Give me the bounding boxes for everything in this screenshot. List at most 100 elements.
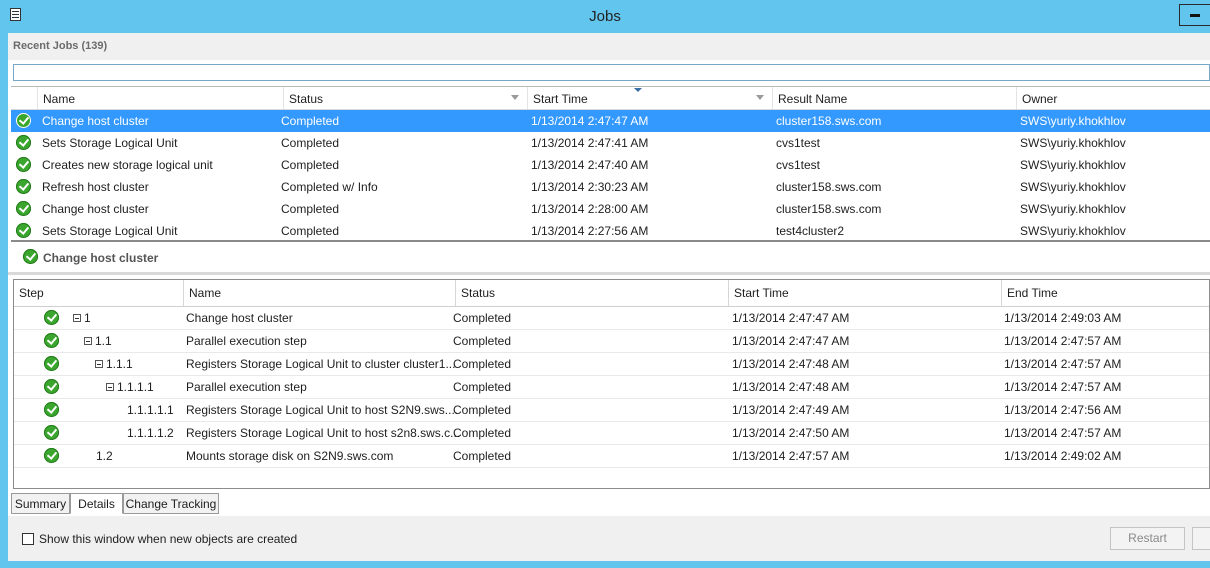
job-name: Creates new storage logical unit	[42, 158, 213, 172]
cancel-button[interactable]	[1192, 527, 1210, 550]
job-result-name: cvs1test	[776, 136, 821, 150]
collapse-minus-icon[interactable]	[84, 337, 92, 345]
column-header-name[interactable]: Name	[37, 87, 283, 109]
column-header-step[interactable]: Step	[14, 280, 183, 306]
check-circle-icon	[44, 356, 59, 371]
step-number: 1.1.1	[106, 357, 133, 371]
table-row[interactable]: Sets Storage Logical Unit Completed 1/13/2…	[11, 220, 1210, 242]
title-bar: Jobs	[0, 0, 1210, 33]
check-circle-icon	[16, 223, 31, 238]
recent-jobs-table: Name Status Start Time Result Name Owner…	[11, 86, 1210, 241]
step-end-time: 1/13/2014 2:47:57 AM	[1004, 426, 1122, 440]
column-header-step-status[interactable]: Status	[455, 280, 729, 306]
step-name: Registers Storage Logical Unit to cluste…	[186, 357, 456, 371]
column-header-owner[interactable]: Owner	[1016, 87, 1210, 109]
tab-summary[interactable]: Summary	[11, 493, 70, 514]
check-circle-icon	[16, 179, 31, 194]
check-circle-icon	[44, 448, 59, 463]
table-row[interactable]: 1.1 Parallel execution step Completed 1/13/…	[14, 330, 1209, 353]
status-filter-dropdown-icon[interactable]	[511, 95, 519, 100]
step-start-time: 1/13/2014 2:47:57 AM	[732, 449, 850, 463]
footer-bar: Show this window when new objects are cr…	[8, 516, 1210, 561]
collapse-minus-icon[interactable]	[106, 383, 114, 391]
recent-jobs-header: Recent Jobs (139)	[8, 33, 1210, 60]
table-row[interactable]: Refresh host cluster Completed w/ Info 1/1…	[11, 176, 1210, 198]
job-status: Completed	[281, 136, 340, 150]
column-header-step-start-time[interactable]: Start Time	[728, 280, 1001, 306]
step-start-time: 1/13/2014 2:47:50 AM	[732, 426, 850, 440]
step-name: Parallel execution step	[186, 334, 307, 348]
check-circle-icon	[44, 379, 59, 394]
step-start-time: 1/13/2014 2:47:47 AM	[732, 311, 850, 325]
step-number: 1.1	[95, 334, 112, 348]
tab-details[interactable]: Details	[70, 493, 123, 514]
collapse-minus-icon[interactable]	[73, 314, 81, 322]
step-end-time: 1/13/2014 2:47:56 AM	[1004, 403, 1122, 417]
job-result-name: cvs1test	[776, 158, 821, 172]
jobs-table-body: Change host cluster Completed 1/13/2014 2:…	[11, 110, 1210, 242]
step-name: Registers Storage Logical Unit to host s…	[186, 426, 461, 440]
job-start-time: 1/13/2014 2:47:47 AM	[531, 114, 649, 128]
minimize-button[interactable]	[1179, 4, 1210, 26]
column-header-result-name[interactable]: Result Name	[772, 87, 1016, 109]
filter-input[interactable]	[13, 64, 1210, 81]
column-header-status[interactable]: Status	[283, 87, 527, 109]
window-title: Jobs	[589, 8, 621, 25]
job-result-name: cluster158.sws.com	[776, 114, 882, 128]
job-owner: SWS\yuriy.khokhlov	[1020, 180, 1126, 194]
job-name: Refresh host cluster	[42, 180, 149, 194]
job-start-time: 1/13/2014 2:47:41 AM	[531, 136, 649, 150]
table-row[interactable]: 1.1.1.1.1 Registers Storage Logical Unit …	[14, 399, 1209, 422]
job-status: Completed	[281, 114, 340, 128]
show-window-checkbox-label[interactable]: Show this window when new objects are cr…	[39, 532, 297, 546]
table-row[interactable]: Change host cluster Completed 1/13/2014 2:…	[11, 198, 1210, 220]
step-status: Completed	[453, 334, 512, 348]
steps-table-body: 1 Change host cluster Completed 1/13/2014 2…	[14, 307, 1209, 468]
step-number: 1.1.1.1	[117, 380, 154, 394]
job-start-time: 1/13/2014 2:47:40 AM	[531, 158, 649, 172]
restart-button[interactable]: Restart	[1110, 527, 1185, 550]
check-circle-icon	[16, 113, 31, 128]
job-owner: SWS\yuriy.khokhlov	[1020, 136, 1126, 150]
job-name: Change host cluster	[42, 202, 149, 216]
start-time-filter-dropdown-icon[interactable]	[756, 95, 764, 100]
check-circle-icon	[16, 201, 31, 216]
step-name: Registers Storage Logical Unit to host S…	[186, 403, 459, 417]
step-name: Parallel execution step	[186, 380, 307, 394]
collapse-minus-icon[interactable]	[95, 360, 103, 368]
step-status: Completed	[453, 403, 512, 417]
job-detail-title: Change host cluster	[43, 251, 159, 265]
step-start-time: 1/13/2014 2:47:47 AM	[732, 334, 850, 348]
tab-change-tracking[interactable]: Change Tracking	[123, 493, 219, 514]
check-circle-icon	[44, 402, 59, 417]
table-row[interactable]: Creates new storage logical unit Complete…	[11, 154, 1210, 176]
table-row[interactable]: 1.2 Mounts storage disk on S2N9.sws.com Co…	[14, 445, 1209, 468]
step-status: Completed	[453, 449, 512, 463]
job-detail-header: Change host cluster	[8, 242, 1210, 275]
step-number: 1.1.1.1.1	[127, 403, 174, 417]
step-number: 1.1.1.1.2	[127, 426, 174, 440]
check-circle-icon	[16, 135, 31, 150]
table-row[interactable]: 1.1.1.1 Parallel execution step Completed 1…	[14, 376, 1209, 399]
show-window-checkbox[interactable]	[22, 533, 34, 545]
table-row[interactable]: Sets Storage Logical Unit Completed 1/13/2…	[11, 132, 1210, 154]
job-name: Sets Storage Logical Unit	[42, 136, 178, 150]
check-circle-icon	[44, 333, 59, 348]
check-circle-icon	[16, 157, 31, 172]
table-row[interactable]: Change host cluster Completed 1/13/2014 2:…	[11, 110, 1210, 132]
job-name: Change host cluster	[42, 114, 149, 128]
table-row[interactable]: 1 Change host cluster Completed 1/13/2014 2…	[14, 307, 1209, 330]
job-steps-table: Step Name Status Start Time End Time 1 Ch…	[13, 279, 1210, 489]
column-header-step-name[interactable]: Name	[183, 280, 455, 306]
column-header-step-end-time[interactable]: End Time	[1001, 280, 1209, 306]
step-start-time: 1/13/2014 2:47:48 AM	[732, 380, 850, 394]
sort-descending-icon	[634, 88, 642, 92]
step-end-time: 1/13/2014 2:49:03 AM	[1004, 311, 1122, 325]
table-row[interactable]: 1.1.1.1.2 Registers Storage Logical Unit …	[14, 422, 1209, 445]
job-result-name: cluster158.sws.com	[776, 180, 882, 194]
step-end-time: 1/13/2014 2:47:57 AM	[1004, 357, 1122, 371]
table-row[interactable]: 1.1.1 Registers Storage Logical Unit to c…	[14, 353, 1209, 376]
step-number: 1	[84, 311, 91, 325]
step-end-time: 1/13/2014 2:47:57 AM	[1004, 380, 1122, 394]
step-start-time: 1/13/2014 2:47:48 AM	[732, 357, 850, 371]
